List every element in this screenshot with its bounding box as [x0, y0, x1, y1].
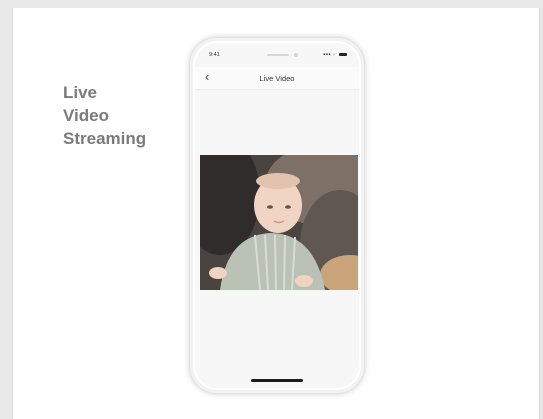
headline-line-3: Streaming	[63, 129, 147, 148]
live-video-feed[interactable]	[200, 155, 358, 290]
battery-icon	[339, 52, 347, 57]
baby-hand-left	[209, 267, 227, 279]
navigation-bar: ‹ Live Video	[195, 67, 359, 90]
headline: Live Video Streaming	[63, 81, 183, 150]
status-icons: ▪▪▪ ◦	[323, 52, 347, 58]
video-frame-image	[200, 155, 358, 290]
signal-icon: ▪▪▪	[323, 52, 332, 58]
headline-line-2: Video	[63, 106, 109, 125]
speaker-grille	[267, 54, 289, 56]
home-indicator	[251, 379, 303, 382]
baby-hand-right	[295, 275, 313, 287]
phone-screen: 9:41 ▪▪▪ ◦ ‹ Live Video	[195, 43, 359, 388]
nav-title: Live Video	[259, 74, 295, 83]
status-bar: 9:41 ▪▪▪ ◦	[195, 50, 359, 60]
wifi-icon: ◦	[333, 52, 336, 58]
slide: Live Video Streaming 9:41 ▪▪▪ ◦ ‹ Live V…	[12, 8, 540, 419]
phone-mockup: 9:41 ▪▪▪ ◦ ‹ Live Video	[189, 37, 365, 394]
headline-line-1: Live	[63, 83, 98, 102]
status-time: 9:41	[209, 52, 220, 58]
front-camera	[294, 53, 298, 57]
